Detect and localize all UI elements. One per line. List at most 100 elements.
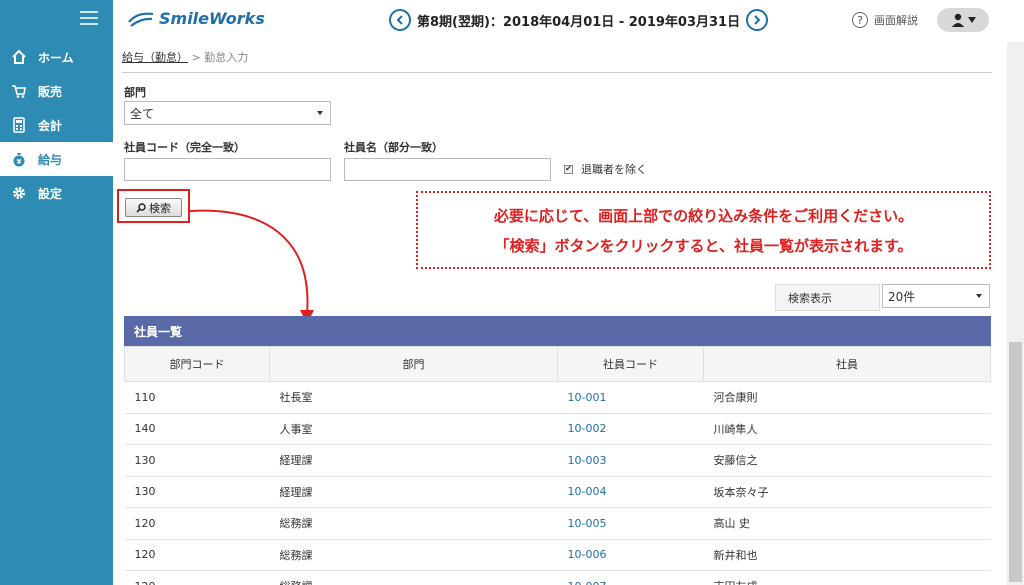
employee-list-header: 社員一覧 <box>124 316 991 346</box>
table-row[interactable]: 120 総務課 10-006 新井和也 <box>124 539 991 571</box>
dept-cell: 経理課 <box>269 444 558 477</box>
dept-code-cell: 120 <box>124 539 270 571</box>
checkbox-box[interactable]: ✔ <box>564 164 573 174</box>
search-highlight: 検索 <box>117 189 190 223</box>
menu-icon[interactable] <box>80 11 98 25</box>
help-label: 画面解説 <box>874 14 918 27</box>
column-header[interactable]: 部門コード <box>124 346 270 382</box>
home-icon <box>9 49 29 65</box>
help-icon: ? <box>852 12 868 28</box>
callout-line-1: 必要に応じて、画面上部での絞り込み条件をご利用ください。 <box>493 207 914 225</box>
sidebar-item-label: 販売 <box>38 84 63 99</box>
column-header[interactable]: 社員 <box>703 346 991 382</box>
employee-name-cell: 坂本奈々子 <box>703 476 991 508</box>
next-period-button[interactable] <box>746 9 769 31</box>
column-header[interactable]: 社員コード <box>557 346 704 382</box>
page-size-value: 20件 <box>888 289 916 304</box>
dept-code-cell: 140 <box>124 413 270 445</box>
chevron-right-icon <box>754 15 761 25</box>
exclude-retired-label: 退職者を除く <box>581 163 647 176</box>
dept-code-cell: 120 <box>124 507 270 540</box>
sidebar-item-home[interactable]: ホーム <box>0 40 113 74</box>
employee-code-link[interactable]: 10-005 <box>557 507 704 540</box>
table-row[interactable]: 120 総務課 10-007 吉田友成 <box>124 570 991 585</box>
employee-name-cell: 新井和也 <box>703 539 991 571</box>
scrollbar-thumb[interactable] <box>1009 342 1022 582</box>
exclude-retired-checkbox[interactable]: ✔ 退職者を除く <box>564 161 647 177</box>
dept-code-cell: 130 <box>124 444 270 477</box>
employee-name-cell: 安藤信之 <box>703 444 991 477</box>
employee-name-cell: 高山 史 <box>703 507 991 540</box>
employee-table: 部門コード 部門 社員コード 社員 110 社長室 10-001 河合康則 14… <box>124 346 991 585</box>
employee-code-link[interactable]: 10-002 <box>557 413 704 445</box>
gear-icon <box>9 185 29 201</box>
page-size-label: 検索表示 <box>775 284 880 311</box>
dept-cell: 総務課 <box>269 507 558 540</box>
employee-code-link[interactable]: 10-006 <box>557 539 704 571</box>
svg-text:¥: ¥ <box>17 158 22 166</box>
employee-code-link[interactable]: 10-007 <box>557 570 704 585</box>
sidebar-item-label: 給与 <box>38 152 63 167</box>
logo[interactable]: SmileWorks <box>127 9 265 28</box>
table-row[interactable]: 110 社長室 10-001 河合康則 <box>124 381 991 414</box>
search-icon <box>136 202 146 213</box>
column-header[interactable]: 部門 <box>269 346 558 382</box>
sidebar-item-label: ホーム <box>38 50 74 65</box>
sidebar-item-settings[interactable]: 設定 <box>0 176 113 210</box>
employee-name-input[interactable] <box>344 158 551 181</box>
dept-code-cell: 130 <box>124 476 270 508</box>
table-row[interactable]: 120 総務課 10-005 高山 史 <box>124 507 991 540</box>
divider <box>122 72 992 73</box>
table-row[interactable]: 140 人事室 10-002 川崎隼人 <box>124 413 991 445</box>
smileworks-logo-icon <box>128 12 154 27</box>
sidebar-item-payroll[interactable]: ¥ 給与 <box>0 142 113 176</box>
dept-select-value: 全て <box>130 106 155 121</box>
caret-down-icon <box>317 111 323 115</box>
period-selector: 第8期(翌期)：2018年04月01日 - 2019年03月31日 <box>389 9 769 31</box>
chevron-left-icon <box>396 15 403 25</box>
money-bag-icon: ¥ <box>9 151 29 167</box>
sidebar: ホーム 販売 会計 ¥ 給与 設定 <box>0 0 113 585</box>
instruction-callout: 必要に応じて、画面上部での絞り込み条件をご利用ください。 「検索」ボタンをクリッ… <box>416 191 991 269</box>
main-content: 給与（勤怠） > 勤怠入力 部門 全て 社員コード（完全一致） 社員名（部分一致… <box>113 42 1024 585</box>
cart-icon <box>9 83 29 99</box>
employee-name-cell: 吉田友成 <box>703 570 991 585</box>
user-menu-button[interactable] <box>937 8 989 32</box>
dept-cell: 総務課 <box>269 539 558 571</box>
table-row[interactable]: 130 経理課 10-004 坂本奈々子 <box>124 476 991 508</box>
employee-code-link[interactable]: 10-003 <box>557 444 704 477</box>
dept-cell: 社長室 <box>269 381 558 414</box>
dept-cell: 経理課 <box>269 476 558 508</box>
callout-line-2: 「検索」ボタンをクリックすると、社員一覧が表示されます。 <box>494 237 913 255</box>
app-name: SmileWorks <box>159 9 265 28</box>
employee-name-cell: 川崎隼人 <box>703 413 991 445</box>
breadcrumb-current: 勤怠入力 <box>204 51 249 64</box>
breadcrumb: 給与（勤怠） > 勤怠入力 <box>122 49 248 65</box>
employee-code-link[interactable]: 10-001 <box>557 381 704 414</box>
search-button[interactable]: 検索 <box>125 198 182 217</box>
caret-down-icon <box>976 294 982 298</box>
dept-select[interactable]: 全て <box>124 101 331 125</box>
top-header: SmileWorks 第8期(翌期)：2018年04月01日 - 2019年03… <box>113 0 1024 42</box>
page-size-select[interactable]: 20件 <box>882 284 990 308</box>
vertical-scrollbar[interactable] <box>1007 42 1024 585</box>
period-label: 第8期(翌期)：2018年04月01日 - 2019年03月31日 <box>417 14 741 30</box>
search-button-label: 検索 <box>149 201 171 215</box>
table-row[interactable]: 130 経理課 10-003 安藤信之 <box>124 444 991 477</box>
sidebar-item-label: 会計 <box>38 118 63 133</box>
prev-period-button[interactable] <box>389 9 411 31</box>
dept-label: 部門 <box>124 86 146 99</box>
employee-code-link[interactable]: 10-004 <box>557 476 704 508</box>
sidebar-item-label: 設定 <box>38 186 63 201</box>
employee-code-input[interactable] <box>124 158 331 181</box>
breadcrumb-separator: > <box>191 51 201 64</box>
dept-code-cell: 120 <box>124 570 270 585</box>
sidebar-item-sales[interactable]: 販売 <box>0 74 113 108</box>
dept-code-cell: 110 <box>124 381 270 414</box>
user-icon <box>951 13 964 27</box>
employee-code-label: 社員コード（完全一致） <box>124 141 245 154</box>
sidebar-item-accounting[interactable]: 会計 <box>0 108 113 142</box>
employee-name-label: 社員名（部分一致） <box>344 141 443 154</box>
help-link[interactable]: ? 画面解説 <box>852 12 918 28</box>
breadcrumb-parent-link[interactable]: 給与（勤怠） <box>122 51 188 64</box>
